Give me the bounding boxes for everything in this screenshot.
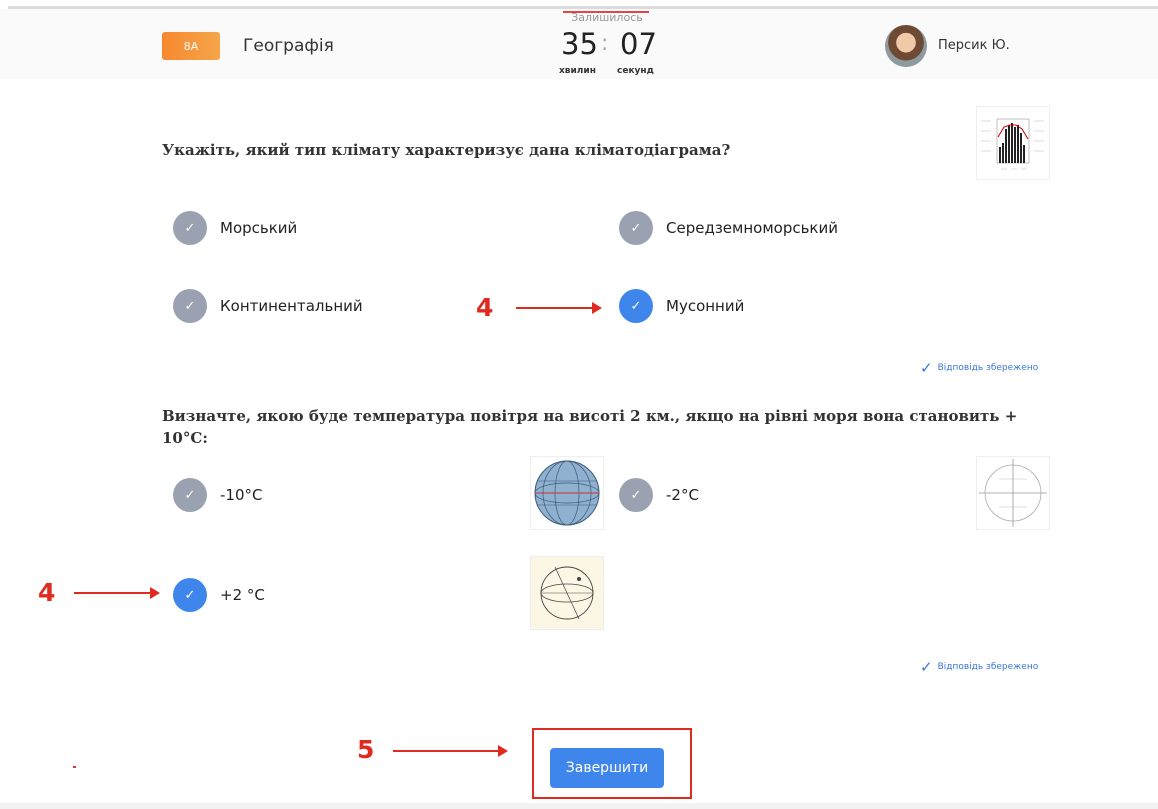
stray-mark bbox=[73, 766, 76, 768]
timer-seconds: 07 bbox=[620, 27, 657, 61]
climate-diagram-image[interactable] bbox=[976, 106, 1050, 180]
option-seredzemnomorskyi[interactable]: ✓ Середземноморський bbox=[619, 211, 838, 245]
option-kontynentalnyi[interactable]: ✓ Континентальний bbox=[173, 289, 363, 323]
countdown-timer: 35 : 07 хвилин секунд bbox=[540, 27, 680, 76]
answer-saved-status: ✓ Відповідь збережено bbox=[920, 658, 1038, 676]
timer-seconds-unit: секунд bbox=[617, 66, 654, 76]
question-2-text: Визначте, якою буде температура повітря … bbox=[162, 407, 1018, 447]
option-label: Мусонний bbox=[666, 297, 745, 315]
option-label: Середземноморський bbox=[666, 219, 838, 237]
celestial-sphere-icon bbox=[540, 566, 594, 620]
timer-minutes-unit: хвилин bbox=[559, 66, 596, 76]
option-musonnyi[interactable]: ✓ Мусонний bbox=[619, 289, 744, 323]
timer-minutes: 35 bbox=[561, 27, 598, 61]
answer-saved-status: ✓ Відповідь збережено bbox=[920, 359, 1038, 377]
climate-diagram-icon bbox=[981, 118, 1044, 170]
annotation-step-4: 4 bbox=[476, 293, 494, 322]
check-icon: ✓ bbox=[920, 658, 933, 676]
annotation-arrow bbox=[74, 587, 160, 599]
check-icon[interactable]: ✓ bbox=[619, 289, 653, 323]
globe-image[interactable] bbox=[530, 456, 604, 530]
globe-icon bbox=[534, 460, 600, 526]
annotation-step-4: 4 bbox=[38, 578, 56, 607]
option-morskyi[interactable]: ✓ Морський bbox=[173, 211, 297, 245]
coordinate-diagram-icon bbox=[979, 459, 1047, 527]
timer-label: Залишилось bbox=[571, 11, 643, 24]
class-badge: 8А bbox=[162, 32, 220, 60]
check-icon: ✓ bbox=[920, 359, 933, 377]
check-icon[interactable]: ✓ bbox=[619, 211, 653, 245]
option-plus-2[interactable]: ✓ +2 °C bbox=[173, 578, 265, 612]
option-label: -10°C bbox=[220, 486, 263, 504]
timer-separator: : bbox=[601, 31, 609, 56]
annotation-step-5: 5 bbox=[357, 735, 375, 764]
check-icon[interactable]: ✓ bbox=[173, 478, 207, 512]
avatar[interactable] bbox=[885, 25, 927, 67]
check-icon[interactable]: ✓ bbox=[619, 478, 653, 512]
bottom-divider bbox=[0, 803, 1158, 809]
check-icon[interactable]: ✓ bbox=[173, 211, 207, 245]
saved-label: Відповідь збережено bbox=[937, 363, 1039, 373]
option-label: -2°C bbox=[666, 486, 699, 504]
annotation-arrow bbox=[393, 745, 508, 757]
option-minus-10[interactable]: ✓ -10°C bbox=[173, 478, 262, 512]
option-label: Континентальний bbox=[220, 297, 363, 315]
option-label: Морський bbox=[220, 219, 298, 237]
finish-button[interactable]: Завершити bbox=[550, 748, 664, 788]
option-minus-2[interactable]: ✓ -2°C bbox=[619, 478, 699, 512]
check-icon[interactable]: ✓ bbox=[173, 578, 207, 612]
celestial-sphere-image[interactable] bbox=[530, 556, 604, 630]
question-1-text: Укажіть, який тип клімату характеризує д… bbox=[162, 141, 731, 159]
coordinate-diagram-image[interactable] bbox=[976, 456, 1050, 530]
annotation-arrow bbox=[516, 302, 602, 314]
option-label: +2 °C bbox=[220, 586, 265, 604]
check-icon[interactable]: ✓ bbox=[173, 289, 207, 323]
user-name[interactable]: Персик Ю. bbox=[938, 38, 1010, 53]
saved-label: Відповідь збережено bbox=[937, 662, 1039, 672]
subject-title: Географія bbox=[243, 36, 334, 56]
